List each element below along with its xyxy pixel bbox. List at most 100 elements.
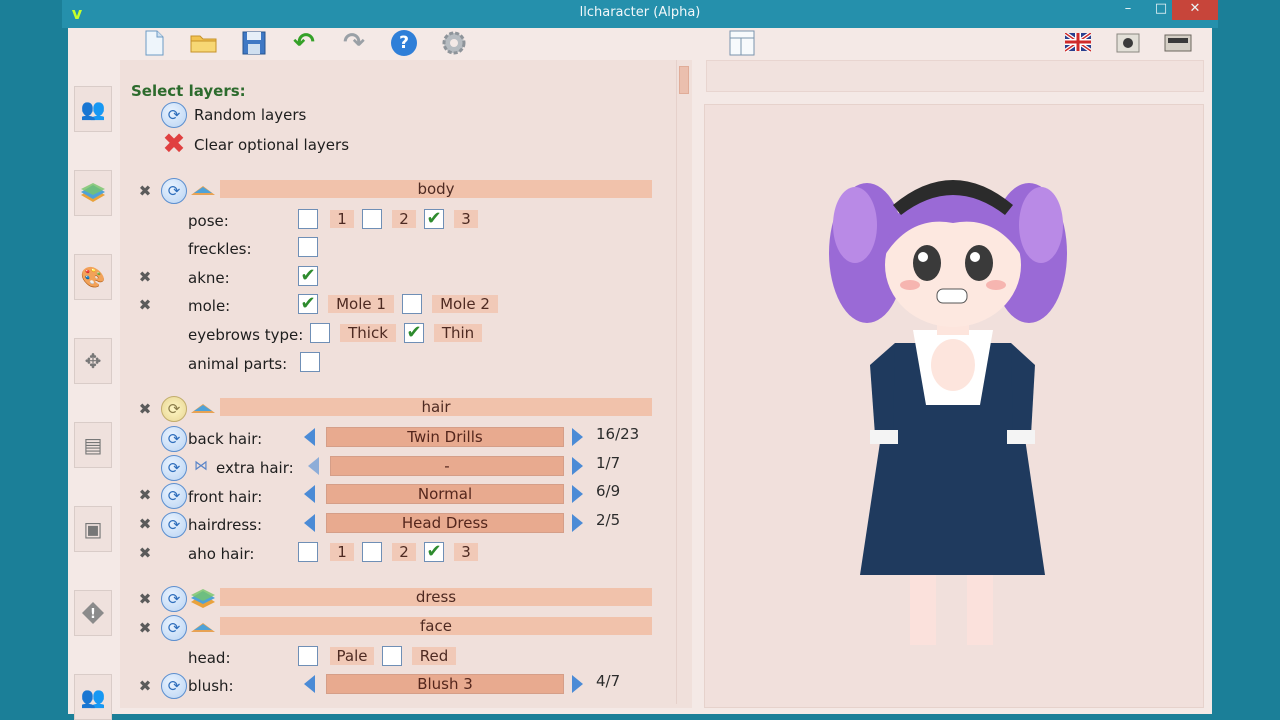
front-hair-prev-button[interactable] [304, 485, 315, 503]
mole-1-checkbox[interactable]: ✔ [298, 294, 318, 314]
back-hair-select[interactable]: Twin Drills [326, 427, 564, 447]
sidebar: 👥 🎨 ✥ ▤ ▣ ! 👥 [68, 60, 118, 720]
randomize-hairdress-icon[interactable]: ⟳ [161, 512, 187, 538]
layout-icon[interactable] [728, 29, 756, 57]
remove-face-icon[interactable]: ✖ [138, 621, 152, 636]
remove-dress-icon[interactable]: ✖ [138, 592, 152, 607]
export-icon[interactable] [1164, 29, 1192, 57]
random-layers-button[interactable]: Random layers [194, 106, 306, 124]
characters-icon[interactable]: 👥 [74, 86, 112, 132]
extra-hair-label: extra hair: [216, 459, 294, 477]
help-icon[interactable]: ? [390, 29, 418, 57]
dress-section-bar[interactable]: dress [220, 588, 652, 606]
aho-1-checkbox[interactable] [298, 542, 318, 562]
front-hair-select[interactable]: Normal [326, 484, 564, 504]
front-hair-label: front hair: [188, 488, 263, 506]
mole-2-checkbox[interactable] [402, 294, 422, 314]
document-icon[interactable]: ▤ [74, 422, 112, 468]
blush-label: blush: [188, 677, 234, 695]
close-button[interactable]: ✕ [1172, 0, 1218, 20]
undo-icon[interactable]: ↶ [290, 28, 318, 58]
randomize-hair-icon[interactable]: ⟳ [161, 396, 187, 422]
extra-hair-select[interactable]: - [330, 456, 564, 476]
head-red-label: Red [412, 647, 456, 665]
hairdress-prev-button[interactable] [304, 514, 315, 532]
remove-mole-icon[interactable]: ✖ [138, 298, 152, 313]
save-icon[interactable] [240, 29, 268, 57]
app-window: ↶ ↷ ? 👥 🎨 ✥ ▤ ▣ ! 👥 Select layers: ⟳ Ran… [68, 28, 1212, 720]
hairdress-select[interactable]: Head Dress [326, 513, 564, 533]
vertical-scrollbar[interactable] [676, 60, 689, 704]
clear-icon[interactable]: ✖ [160, 130, 188, 158]
image-icon[interactable]: ▣ [74, 506, 112, 552]
new-file-icon[interactable] [140, 29, 168, 57]
aho-1-label: 1 [330, 543, 354, 561]
clear-optional-layers-button[interactable]: Clear optional layers [194, 136, 349, 154]
back-hair-label: back hair: [188, 430, 263, 448]
people-icon[interactable]: 👥 [74, 674, 112, 720]
minimize-button[interactable]: – [1114, 0, 1142, 20]
extra-hair-count: 1/7 [596, 454, 621, 472]
back-hair-prev-button[interactable] [304, 428, 315, 446]
redo-icon[interactable]: ↷ [340, 28, 368, 58]
randomize-dress-icon[interactable]: ⟳ [161, 586, 187, 612]
hairdress-count: 2/5 [596, 511, 621, 529]
face-section-bar[interactable]: face [220, 617, 652, 635]
randomize-front-hair-icon[interactable]: ⟳ [161, 483, 187, 509]
layers-icon[interactable] [74, 170, 112, 216]
pose-2-checkbox[interactable] [362, 209, 382, 229]
randomize-body-icon[interactable]: ⟳ [161, 178, 187, 204]
extra-hair-next-button[interactable] [572, 457, 583, 475]
pose-1-checkbox[interactable] [298, 209, 318, 229]
remove-front-hair-icon[interactable]: ✖ [138, 488, 152, 503]
akne-checkbox[interactable]: ✔ [298, 266, 318, 286]
remove-body-icon[interactable]: ✖ [138, 184, 152, 199]
random-layers-icon[interactable]: ⟳ [161, 102, 187, 128]
move-icon[interactable]: ✥ [74, 338, 112, 384]
randomize-extra-hair-icon[interactable]: ⟳ [161, 455, 187, 481]
extra-hair-prev-button[interactable] [308, 457, 319, 475]
hairdress-next-button[interactable] [572, 514, 583, 532]
freckles-checkbox[interactable] [298, 237, 318, 257]
eyebrows-thin-checkbox[interactable]: ✔ [404, 323, 424, 343]
aho-hair-label: aho hair: [188, 545, 255, 563]
pose-1-label: 1 [330, 210, 354, 228]
eyebrows-thick-checkbox[interactable] [310, 323, 330, 343]
animal-parts-checkbox[interactable] [300, 352, 320, 372]
info-bar [706, 60, 1204, 92]
hair-section-bar[interactable]: hair [220, 398, 652, 416]
language-uk-icon[interactable] [1064, 29, 1092, 57]
head-pale-checkbox[interactable] [298, 646, 318, 666]
blush-select[interactable]: Blush 3 [326, 674, 564, 694]
randomize-blush-icon[interactable]: ⟳ [161, 673, 187, 699]
camera-icon[interactable] [1114, 29, 1142, 57]
scrollbar-thumb[interactable] [679, 66, 689, 94]
pose-3-checkbox[interactable]: ✔ [424, 209, 444, 229]
front-hair-next-button[interactable] [572, 485, 583, 503]
back-hair-next-button[interactable] [572, 428, 583, 446]
randomize-back-hair-icon[interactable]: ⟳ [161, 426, 187, 452]
body-section-bar[interactable]: body [220, 180, 652, 198]
eyebrows-thin-label: Thin [434, 324, 482, 342]
settings-icon[interactable] [440, 29, 468, 57]
remove-blush-icon[interactable]: ✖ [138, 679, 152, 694]
remove-hair-icon[interactable]: ✖ [138, 402, 152, 417]
randomize-face-icon[interactable]: ⟳ [161, 615, 187, 641]
warning-icon[interactable]: ! [74, 590, 112, 636]
open-folder-icon[interactable] [190, 29, 218, 57]
blush-prev-button[interactable] [304, 675, 315, 693]
eyebrows-thick-label: Thick [340, 324, 396, 342]
remove-hairdress-icon[interactable]: ✖ [138, 517, 152, 532]
aho-2-checkbox[interactable] [362, 542, 382, 562]
maximize-button[interactable]: □ [1147, 0, 1175, 20]
remove-aho-hair-icon[interactable]: ✖ [138, 546, 152, 561]
palette-icon[interactable]: 🎨 [74, 254, 112, 300]
title-bar: v llcharacter (Alpha) – □ ✕ [62, 0, 1218, 28]
body-layer-icon [191, 186, 215, 195]
head-red-checkbox[interactable] [382, 646, 402, 666]
remove-akne-icon[interactable]: ✖ [138, 270, 152, 285]
pose-3-label: 3 [454, 210, 478, 228]
blush-next-button[interactable] [572, 675, 583, 693]
aho-3-checkbox[interactable]: ✔ [424, 542, 444, 562]
mole-2-label: Mole 2 [432, 295, 498, 313]
